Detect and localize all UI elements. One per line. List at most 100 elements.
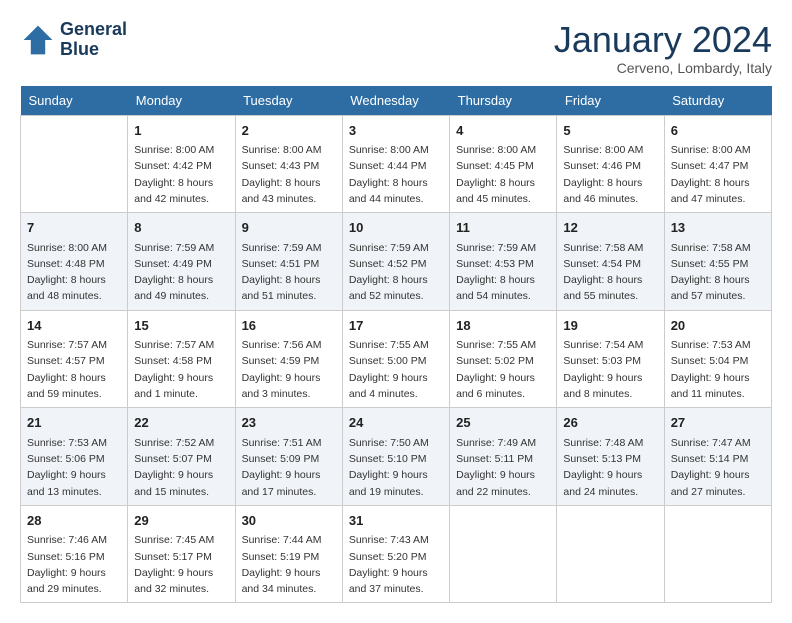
day-number: 12 <box>563 218 657 238</box>
day-number: 30 <box>242 511 336 531</box>
day-number: 16 <box>242 316 336 336</box>
day-info: Sunrise: 7:56 AMSunset: 4:59 PMDaylight:… <box>242 337 336 402</box>
day-cell: 15Sunrise: 7:57 AMSunset: 4:58 PMDayligh… <box>128 310 235 408</box>
day-number: 8 <box>134 218 228 238</box>
month-title: January 2024 <box>554 20 772 60</box>
day-number: 13 <box>671 218 765 238</box>
day-number: 5 <box>563 121 657 141</box>
day-info: Sunrise: 7:59 AMSunset: 4:53 PMDaylight:… <box>456 240 550 305</box>
logo-text: General Blue <box>60 20 127 60</box>
day-number: 31 <box>349 511 443 531</box>
day-header-sunday: Sunday <box>21 86 128 116</box>
day-number: 25 <box>456 413 550 433</box>
day-cell: 6Sunrise: 8:00 AMSunset: 4:47 PMDaylight… <box>664 115 771 213</box>
day-number: 18 <box>456 316 550 336</box>
day-cell: 8Sunrise: 7:59 AMSunset: 4:49 PMDaylight… <box>128 213 235 311</box>
day-cell: 16Sunrise: 7:56 AMSunset: 4:59 PMDayligh… <box>235 310 342 408</box>
day-info: Sunrise: 8:00 AMSunset: 4:45 PMDaylight:… <box>456 142 550 207</box>
day-info: Sunrise: 7:53 AMSunset: 5:04 PMDaylight:… <box>671 337 765 402</box>
day-number: 9 <box>242 218 336 238</box>
day-number: 10 <box>349 218 443 238</box>
day-number: 19 <box>563 316 657 336</box>
day-cell: 5Sunrise: 8:00 AMSunset: 4:46 PMDaylight… <box>557 115 664 213</box>
day-number: 15 <box>134 316 228 336</box>
day-number: 7 <box>27 218 121 238</box>
week-row: 7Sunrise: 8:00 AMSunset: 4:48 PMDaylight… <box>21 213 772 311</box>
day-number: 6 <box>671 121 765 141</box>
day-cell: 3Sunrise: 8:00 AMSunset: 4:44 PMDaylight… <box>342 115 449 213</box>
day-info: Sunrise: 8:00 AMSunset: 4:46 PMDaylight:… <box>563 142 657 207</box>
page-header: General Blue January 2024 Cerveno, Lomba… <box>20 20 772 76</box>
day-cell: 10Sunrise: 7:59 AMSunset: 4:52 PMDayligh… <box>342 213 449 311</box>
location-text: Cerveno, Lombardy, Italy <box>554 60 772 76</box>
header-row: SundayMondayTuesdayWednesdayThursdayFrid… <box>21 86 772 116</box>
day-number: 2 <box>242 121 336 141</box>
day-cell: 25Sunrise: 7:49 AMSunset: 5:11 PMDayligh… <box>450 408 557 506</box>
day-cell: 13Sunrise: 7:58 AMSunset: 4:55 PMDayligh… <box>664 213 771 311</box>
day-cell: 27Sunrise: 7:47 AMSunset: 5:14 PMDayligh… <box>664 408 771 506</box>
week-row: 28Sunrise: 7:46 AMSunset: 5:16 PMDayligh… <box>21 505 772 603</box>
day-number: 14 <box>27 316 121 336</box>
day-cell: 7Sunrise: 8:00 AMSunset: 4:48 PMDaylight… <box>21 213 128 311</box>
day-number: 27 <box>671 413 765 433</box>
day-cell: 23Sunrise: 7:51 AMSunset: 5:09 PMDayligh… <box>235 408 342 506</box>
day-info: Sunrise: 7:55 AMSunset: 5:00 PMDaylight:… <box>349 337 443 402</box>
day-info: Sunrise: 7:59 AMSunset: 4:52 PMDaylight:… <box>349 240 443 305</box>
day-info: Sunrise: 8:00 AMSunset: 4:47 PMDaylight:… <box>671 142 765 207</box>
day-info: Sunrise: 7:57 AMSunset: 4:57 PMDaylight:… <box>27 337 121 402</box>
day-cell: 21Sunrise: 7:53 AMSunset: 5:06 PMDayligh… <box>21 408 128 506</box>
day-cell: 29Sunrise: 7:45 AMSunset: 5:17 PMDayligh… <box>128 505 235 603</box>
day-number: 1 <box>134 121 228 141</box>
day-info: Sunrise: 7:48 AMSunset: 5:13 PMDaylight:… <box>563 435 657 500</box>
day-cell <box>450 505 557 603</box>
day-cell <box>21 115 128 213</box>
day-info: Sunrise: 7:58 AMSunset: 4:55 PMDaylight:… <box>671 240 765 305</box>
day-cell: 30Sunrise: 7:44 AMSunset: 5:19 PMDayligh… <box>235 505 342 603</box>
day-info: Sunrise: 7:46 AMSunset: 5:16 PMDaylight:… <box>27 532 121 597</box>
day-number: 29 <box>134 511 228 531</box>
day-number: 11 <box>456 218 550 238</box>
logo-line2: Blue <box>60 40 127 60</box>
day-cell: 19Sunrise: 7:54 AMSunset: 5:03 PMDayligh… <box>557 310 664 408</box>
day-cell: 24Sunrise: 7:50 AMSunset: 5:10 PMDayligh… <box>342 408 449 506</box>
day-number: 26 <box>563 413 657 433</box>
calendar-table: SundayMondayTuesdayWednesdayThursdayFrid… <box>20 86 772 604</box>
day-info: Sunrise: 8:00 AMSunset: 4:44 PMDaylight:… <box>349 142 443 207</box>
logo: General Blue <box>20 20 127 60</box>
day-cell: 12Sunrise: 7:58 AMSunset: 4:54 PMDayligh… <box>557 213 664 311</box>
day-cell: 4Sunrise: 8:00 AMSunset: 4:45 PMDaylight… <box>450 115 557 213</box>
day-cell <box>664 505 771 603</box>
day-cell: 9Sunrise: 7:59 AMSunset: 4:51 PMDaylight… <box>235 213 342 311</box>
day-cell: 14Sunrise: 7:57 AMSunset: 4:57 PMDayligh… <box>21 310 128 408</box>
day-info: Sunrise: 7:59 AMSunset: 4:49 PMDaylight:… <box>134 240 228 305</box>
day-info: Sunrise: 7:59 AMSunset: 4:51 PMDaylight:… <box>242 240 336 305</box>
day-header-wednesday: Wednesday <box>342 86 449 116</box>
day-cell: 2Sunrise: 8:00 AMSunset: 4:43 PMDaylight… <box>235 115 342 213</box>
day-info: Sunrise: 8:00 AMSunset: 4:48 PMDaylight:… <box>27 240 121 305</box>
day-info: Sunrise: 7:52 AMSunset: 5:07 PMDaylight:… <box>134 435 228 500</box>
day-number: 24 <box>349 413 443 433</box>
day-info: Sunrise: 7:47 AMSunset: 5:14 PMDaylight:… <box>671 435 765 500</box>
day-number: 4 <box>456 121 550 141</box>
week-row: 21Sunrise: 7:53 AMSunset: 5:06 PMDayligh… <box>21 408 772 506</box>
day-header-saturday: Saturday <box>664 86 771 116</box>
day-cell: 22Sunrise: 7:52 AMSunset: 5:07 PMDayligh… <box>128 408 235 506</box>
day-info: Sunrise: 7:53 AMSunset: 5:06 PMDaylight:… <box>27 435 121 500</box>
day-info: Sunrise: 7:50 AMSunset: 5:10 PMDaylight:… <box>349 435 443 500</box>
day-cell: 18Sunrise: 7:55 AMSunset: 5:02 PMDayligh… <box>450 310 557 408</box>
day-info: Sunrise: 8:00 AMSunset: 4:43 PMDaylight:… <box>242 142 336 207</box>
day-cell: 1Sunrise: 8:00 AMSunset: 4:42 PMDaylight… <box>128 115 235 213</box>
day-number: 3 <box>349 121 443 141</box>
day-number: 17 <box>349 316 443 336</box>
day-info: Sunrise: 7:49 AMSunset: 5:11 PMDaylight:… <box>456 435 550 500</box>
day-number: 20 <box>671 316 765 336</box>
day-info: Sunrise: 7:44 AMSunset: 5:19 PMDaylight:… <box>242 532 336 597</box>
logo-icon <box>20 22 56 58</box>
day-header-thursday: Thursday <box>450 86 557 116</box>
day-info: Sunrise: 7:45 AMSunset: 5:17 PMDaylight:… <box>134 532 228 597</box>
week-row: 1Sunrise: 8:00 AMSunset: 4:42 PMDaylight… <box>21 115 772 213</box>
day-info: Sunrise: 7:43 AMSunset: 5:20 PMDaylight:… <box>349 532 443 597</box>
day-cell: 17Sunrise: 7:55 AMSunset: 5:00 PMDayligh… <box>342 310 449 408</box>
title-area: January 2024 Cerveno, Lombardy, Italy <box>554 20 772 76</box>
day-info: Sunrise: 7:58 AMSunset: 4:54 PMDaylight:… <box>563 240 657 305</box>
